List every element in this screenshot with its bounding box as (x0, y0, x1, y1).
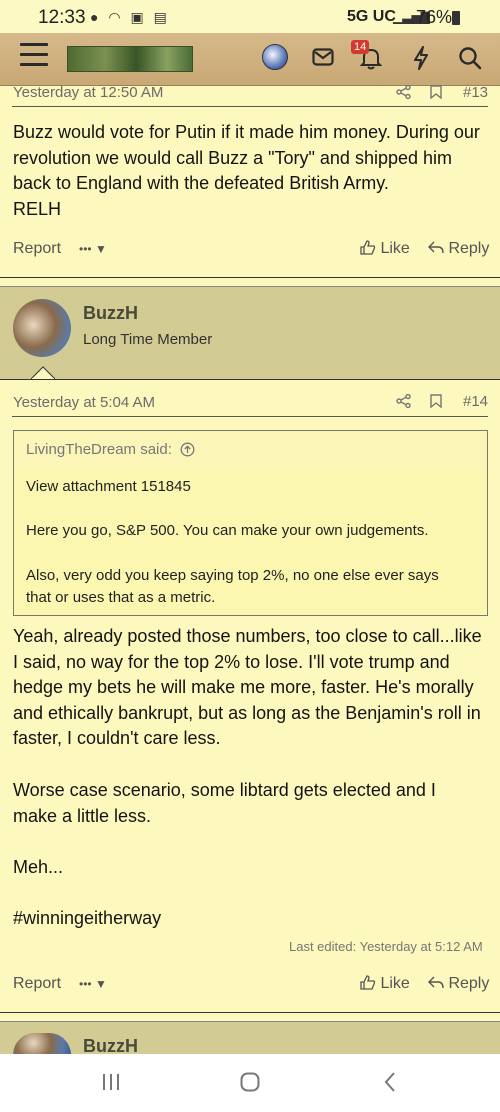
like-label: Like (380, 240, 410, 257)
bookmark-icon[interactable] (430, 394, 442, 408)
post-body-line: I said, no way for the top 2% to lose. I… (13, 651, 450, 672)
battery-icon (452, 11, 460, 25)
home-icon[interactable] (240, 1072, 260, 1092)
post-body-line: Yeah, already posted those numbers, too … (13, 626, 482, 646)
status-time: 12:33 (38, 7, 86, 28)
divider (12, 416, 488, 417)
post-body-line: and ethically bankrupt, but as long as t… (13, 702, 481, 723)
inbox-icon[interactable] (312, 48, 334, 66)
reply-icon (428, 976, 444, 989)
status-network: 5G UC (347, 8, 396, 25)
report-button[interactable]: Report (13, 975, 61, 993)
author-title: Long Time Member (83, 331, 213, 348)
site-logo[interactable] (67, 46, 193, 72)
quote-text: Also, very odd you keep saying top 2%, n… (26, 567, 439, 584)
quote-block: LivingTheDream said: View attachment 151… (13, 430, 488, 616)
chevron-down-icon: ▼ (94, 242, 107, 256)
post-body-line: Worse case scenario, some libtard gets e… (13, 780, 436, 800)
post-body: Buzz would vote for Putin if it made him… (13, 120, 491, 222)
reply-label: Reply (448, 975, 490, 992)
post-body-line: hedge my bets he will make me more, fast… (13, 677, 474, 698)
arrow-up-circle-icon (180, 442, 195, 457)
app-header: 14 (0, 33, 500, 86)
divider (12, 106, 488, 107)
back-icon[interactable] (383, 1071, 397, 1093)
post-author-card: BuzzH Long Time Member (0, 286, 500, 380)
post-body-line: revolution we would call Buzz a "Tory" a… (13, 147, 453, 168)
thumbs-up-icon (360, 975, 376, 990)
post-hashtag: #winningeitherway (13, 908, 162, 928)
quote-author-link[interactable]: LivingTheDream said: (26, 441, 195, 458)
status-bar: 12:33 ● ◠ ▣ ▤ 5G UC ▁▃▅▇ 76% (0, 0, 500, 33)
chevron-down-icon: ▼ (94, 977, 107, 991)
post-body-line: make a little less. (13, 805, 152, 826)
post-body-line: faster, I couldn't care less. (13, 728, 221, 749)
post-timestamp[interactable]: Yesterday at 12:50 AM (13, 84, 163, 101)
post-separator (0, 277, 500, 278)
author-avatar[interactable] (13, 299, 71, 357)
bookmark-icon[interactable] (430, 85, 442, 99)
post-timestamp[interactable]: Yesterday at 5:04 AM (13, 394, 155, 411)
card-pointer (31, 366, 55, 379)
reply-button[interactable]: Reply (428, 975, 489, 993)
quote-text: Here you go, S&P 500. You can make your … (26, 522, 429, 539)
share-icon[interactable] (396, 85, 412, 99)
quote-author: LivingTheDream said: (26, 441, 172, 458)
post-body: Yeah, already posted those numbers, too … (13, 624, 491, 752)
thumbs-up-icon (360, 240, 376, 255)
like-button[interactable]: Like (360, 975, 410, 993)
last-edited: Last edited: Yesterday at 5:12 AM (289, 939, 483, 954)
post-body-line: Buzz would vote for Putin if it made him… (13, 122, 480, 142)
status-notification-icons: ● ◠ ▣ ▤ (90, 9, 170, 25)
post-number[interactable]: #13 (463, 84, 488, 101)
lightning-icon[interactable] (412, 46, 430, 70)
search-icon[interactable] (458, 46, 482, 70)
author-avatar[interactable] (13, 1033, 71, 1055)
share-icon[interactable] (396, 394, 412, 408)
more-options-button[interactable]: ••• ▼ (79, 977, 107, 991)
post-body-line: RELH (13, 198, 62, 219)
notification-badge: 14 (351, 40, 370, 54)
report-button[interactable]: Report (13, 240, 61, 258)
system-nav-bar (0, 1054, 500, 1112)
post-author-card: BuzzH (0, 1021, 500, 1056)
quote-text: that or uses that as a metric. (26, 589, 216, 606)
post-body-line: Meh... (13, 857, 64, 877)
author-name[interactable]: BuzzH (83, 303, 138, 324)
more-options-label: ••• (79, 977, 92, 991)
like-label: Like (380, 975, 410, 992)
menu-icon[interactable] (20, 43, 48, 69)
reply-button[interactable]: Reply (428, 240, 489, 258)
recent-apps-icon[interactable] (101, 1073, 121, 1091)
reply-icon (428, 241, 444, 254)
attachment-link[interactable]: View attachment 151845 (26, 478, 191, 495)
more-options-label: ••• (79, 242, 92, 256)
post-number[interactable]: #14 (463, 393, 488, 410)
like-button[interactable]: Like (360, 240, 410, 258)
post-body-line: back to England with the defeated Britis… (13, 173, 389, 194)
more-options-button[interactable]: ••• ▼ (79, 242, 107, 256)
user-avatar[interactable] (262, 44, 288, 70)
post-body: Worse case scenario, some libtard gets e… (13, 778, 491, 829)
post-separator (0, 1012, 500, 1013)
reply-label: Reply (448, 240, 490, 257)
status-battery: 76% (416, 7, 453, 27)
